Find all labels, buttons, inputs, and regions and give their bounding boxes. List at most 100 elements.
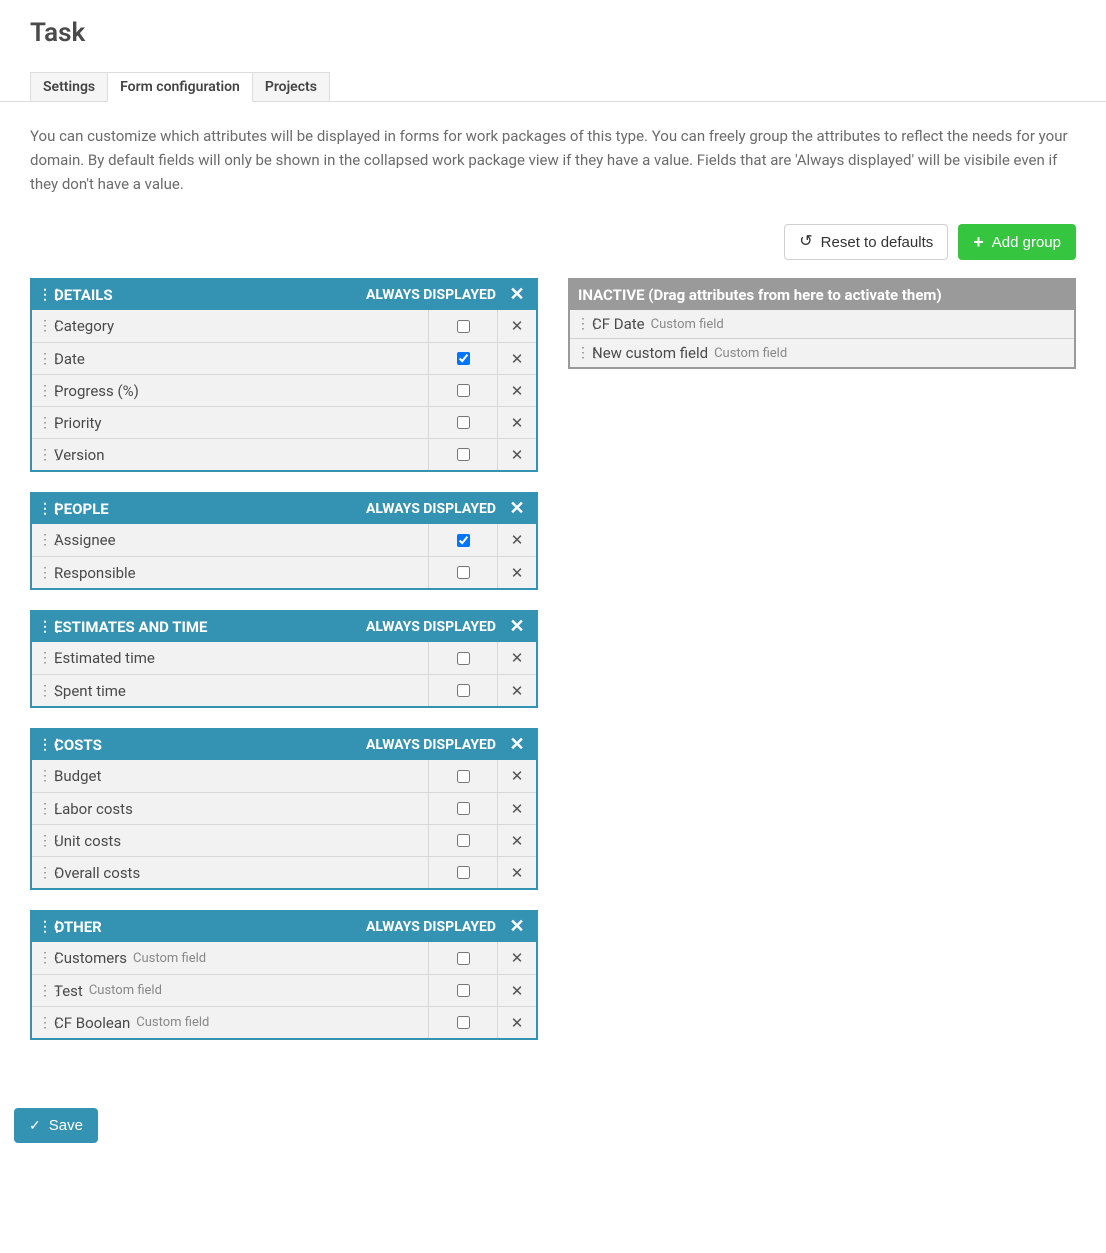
remove-attribute-icon[interactable] — [498, 760, 536, 792]
group-header: OTHERALWAYS DISPLAYED — [32, 912, 536, 942]
group-people: PEOPLEALWAYS DISPLAYEDAssigneeResponsibl… — [30, 492, 538, 590]
attribute-row: Estimated time — [32, 642, 536, 674]
drag-handle-icon[interactable] — [38, 834, 48, 848]
remove-group-icon[interactable] — [506, 918, 528, 936]
always-displayed-checkbox[interactable] — [457, 416, 470, 429]
drag-handle-icon[interactable] — [38, 984, 48, 998]
attribute-row: Customers Custom field — [32, 942, 536, 974]
always-displayed-checkbox[interactable] — [457, 1016, 470, 1029]
drag-handle-icon[interactable] — [38, 684, 48, 698]
active-groups-column: DETAILSALWAYS DISPLAYEDCategoryDateProgr… — [30, 278, 538, 1060]
drag-handle-icon[interactable] — [38, 448, 48, 462]
remove-attribute-icon[interactable] — [498, 675, 536, 706]
always-displayed-checkbox[interactable] — [457, 684, 470, 697]
attribute-name-cell: Responsible — [32, 560, 428, 586]
group-title: OTHER — [54, 918, 366, 936]
always-displayed-cell — [428, 675, 498, 706]
drag-handle-icon[interactable] — [576, 317, 586, 331]
remove-attribute-icon[interactable] — [498, 439, 536, 470]
always-displayed-checkbox[interactable] — [457, 566, 470, 579]
drag-handle-icon[interactable] — [576, 346, 586, 360]
group-other: OTHERALWAYS DISPLAYED Customers Custom fie… — [30, 910, 538, 1040]
always-displayed-checkbox[interactable] — [457, 802, 470, 815]
remove-attribute-icon[interactable] — [498, 524, 536, 556]
drag-handle-icon[interactable] — [38, 288, 48, 302]
save-button[interactable]: ✓ Save — [14, 1108, 98, 1143]
always-displayed-checkbox[interactable] — [457, 952, 470, 965]
always-displayed-checkbox[interactable] — [457, 834, 470, 847]
inactive-attribute-row[interactable]: New custom field Custom field — [570, 338, 1074, 367]
drag-handle-icon[interactable] — [38, 651, 48, 665]
attribute-name-cell: Customers Custom field — [32, 945, 428, 971]
remove-group-icon[interactable] — [506, 286, 528, 304]
remove-attribute-icon[interactable] — [498, 793, 536, 824]
always-displayed-checkbox[interactable] — [457, 770, 470, 783]
always-displayed-checkbox[interactable] — [457, 534, 470, 547]
always-displayed-checkbox[interactable] — [457, 866, 470, 879]
always-displayed-cell — [428, 793, 498, 824]
drag-handle-icon[interactable] — [38, 384, 48, 398]
tab-settings[interactable]: Settings — [30, 72, 108, 102]
drag-handle-icon[interactable] — [38, 533, 48, 547]
reset-label: Reset to defaults — [821, 234, 934, 251]
attribute-name: Customers — [54, 949, 127, 967]
remove-attribute-icon[interactable] — [498, 642, 536, 674]
drag-handle-icon[interactable] — [38, 769, 48, 783]
remove-attribute-icon[interactable] — [498, 310, 536, 342]
drag-handle-icon[interactable] — [38, 951, 48, 965]
remove-attribute-icon[interactable] — [498, 557, 536, 588]
attribute-name-cell: Estimated time — [32, 645, 428, 671]
drag-handle-icon[interactable] — [38, 319, 48, 333]
drag-handle-icon[interactable] — [38, 620, 48, 634]
always-displayed-checkbox[interactable] — [457, 652, 470, 665]
add-group-label: Add group — [992, 234, 1061, 251]
drag-handle-icon[interactable] — [38, 352, 48, 366]
save-label: Save — [49, 1117, 83, 1134]
drag-handle-icon[interactable] — [38, 738, 48, 752]
drag-handle-icon[interactable] — [38, 416, 48, 430]
drag-handle-icon[interactable] — [38, 866, 48, 880]
attribute-subtype: Custom field — [133, 951, 206, 966]
remove-group-icon[interactable] — [506, 500, 528, 518]
tab-form-configuration[interactable]: Form configuration — [107, 72, 253, 102]
attribute-subtype: Custom field — [714, 346, 787, 361]
remove-group-icon[interactable] — [506, 736, 528, 754]
always-displayed-checkbox[interactable] — [457, 984, 470, 997]
attribute-name: Estimated time — [54, 649, 155, 667]
always-displayed-checkbox[interactable] — [457, 320, 470, 333]
action-buttons: ↺ Reset to defaults + Add group — [30, 224, 1076, 260]
remove-attribute-icon[interactable] — [498, 975, 536, 1006]
reset-to-defaults-button[interactable]: ↺ Reset to defaults — [784, 224, 948, 260]
drag-handle-icon[interactable] — [38, 802, 48, 816]
attribute-subtype: Custom field — [89, 983, 162, 998]
tab-projects[interactable]: Projects — [252, 72, 330, 102]
inactive-attribute-row[interactable]: CF DateCustom field — [570, 310, 1074, 338]
attribute-row: Category — [32, 310, 536, 342]
drag-handle-icon[interactable] — [38, 920, 48, 934]
attribute-name: New custom field — [592, 344, 708, 362]
remove-attribute-icon[interactable] — [498, 375, 536, 406]
drag-handle-icon[interactable] — [38, 1016, 48, 1030]
attribute-name: Progress (%) — [54, 382, 139, 400]
attribute-name: Spent time — [54, 682, 126, 700]
drag-handle-icon[interactable] — [38, 566, 48, 580]
remove-attribute-icon[interactable] — [498, 1007, 536, 1038]
remove-attribute-icon[interactable] — [498, 825, 536, 856]
remove-attribute-icon[interactable] — [498, 942, 536, 974]
always-displayed-checkbox[interactable] — [457, 352, 470, 365]
attribute-subtype: Custom field — [651, 317, 724, 332]
attribute-name-cell: Version — [32, 442, 428, 468]
remove-attribute-icon[interactable] — [498, 857, 536, 888]
always-displayed-checkbox[interactable] — [457, 384, 470, 397]
attribute-row: Date — [32, 342, 536, 374]
add-group-button[interactable]: + Add group — [958, 224, 1076, 260]
group-header: PEOPLEALWAYS DISPLAYED — [32, 494, 536, 524]
attribute-row: Spent time — [32, 674, 536, 706]
drag-handle-icon[interactable] — [38, 502, 48, 516]
group-costs: COSTSALWAYS DISPLAYEDBudgetLabor costsUn… — [30, 728, 538, 890]
plus-icon: + — [973, 233, 984, 251]
remove-attribute-icon[interactable] — [498, 407, 536, 438]
always-displayed-checkbox[interactable] — [457, 448, 470, 461]
remove-group-icon[interactable] — [506, 618, 528, 636]
remove-attribute-icon[interactable] — [498, 343, 536, 374]
